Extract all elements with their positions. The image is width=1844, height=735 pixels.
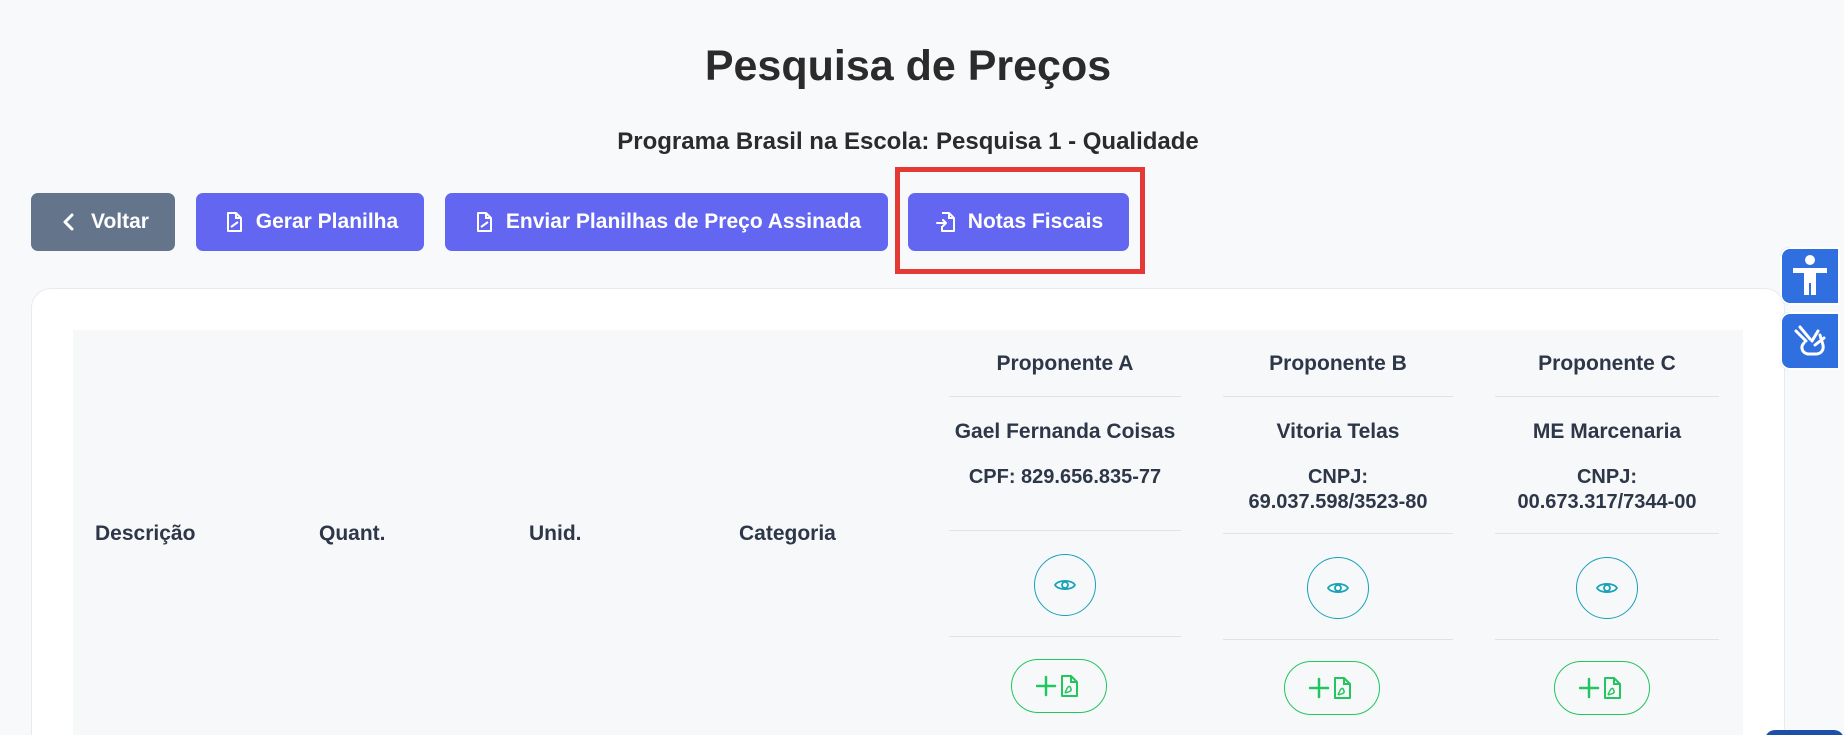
proponente-column: Proponente A Gael Fernanda Coisas CPF: 8… [949, 330, 1181, 730]
accessibility-icon [1793, 255, 1827, 295]
proponente-doc-line2: 69.037.598/3523-80 [1248, 491, 1428, 513]
proponente-doc-line1: CPF: 829.656.835-77 [968, 466, 1162, 488]
proponente-name: ME Marcenaria [1532, 420, 1682, 443]
proponente-doc-line1: CNPJ: [1307, 466, 1368, 488]
divider [1495, 639, 1719, 640]
chevron-left-icon [57, 210, 81, 234]
floating-button[interactable] [1765, 730, 1844, 735]
enviar-planilhas-label: Enviar Planilhas de Preço Assinada [505, 210, 862, 233]
divider [1223, 639, 1453, 640]
add-pdf-icon [1309, 677, 1351, 699]
add-pdf-icon [1579, 677, 1621, 699]
proponente-title: Proponente C [1538, 352, 1676, 375]
proponente-doc: CNPJ: 00.673.317/7344-00 [1495, 465, 1719, 515]
add-pdf-button[interactable] [1011, 659, 1107, 713]
page-title: Pesquisa de Preços [704, 42, 1112, 90]
divider [949, 396, 1181, 397]
gerar-planilha-label: Gerar Planilha [255, 210, 399, 233]
file-icon [472, 210, 496, 234]
add-pdf-icon [1036, 675, 1078, 697]
add-pdf-button[interactable] [1284, 661, 1380, 715]
add-pdf-button[interactable] [1554, 661, 1650, 715]
proponente-column: Proponente C ME Marcenaria CNPJ: 00.673.… [1495, 330, 1719, 730]
highlight-box [895, 167, 1145, 274]
proponente-doc: CPF: 829.656.835-77 [949, 465, 1181, 490]
proponente-title: Proponente A [996, 352, 1134, 375]
divider [949, 636, 1181, 637]
back-button[interactable]: Voltar [31, 193, 175, 251]
eye-icon [1327, 582, 1349, 594]
header-categoria: Categoria [739, 522, 836, 545]
header-unid: Unid. [529, 522, 582, 545]
proponente-doc-line1: CNPJ: [1576, 466, 1637, 488]
divider [1495, 396, 1719, 397]
proponente-title: Proponente B [1269, 352, 1407, 375]
sign-language-icon [1794, 325, 1826, 356]
eye-icon [1054, 579, 1076, 591]
divider [949, 530, 1181, 531]
divider [1495, 533, 1719, 534]
header-descricao: Descrição [95, 522, 196, 545]
page: Pesquisa de Preços Programa Brasil na Es… [0, 0, 1844, 735]
view-button[interactable] [1307, 557, 1369, 619]
page-subtitle: Programa Brasil na Escola: Pesquisa 1 - … [617, 128, 1199, 155]
view-button[interactable] [1576, 557, 1638, 619]
sign-language-button[interactable] [1780, 312, 1840, 370]
proponente-name: Gael Fernanda Coisas [954, 420, 1176, 443]
enviar-planilhas-button[interactable]: Enviar Planilhas de Preço Assinada [445, 193, 888, 251]
eye-icon [1596, 582, 1618, 594]
gerar-planilha-button[interactable]: Gerar Planilha [196, 193, 424, 251]
proponente-doc: CNPJ: 69.037.598/3523-80 [1223, 465, 1453, 515]
header-quant: Quant. [319, 522, 386, 545]
file-icon [222, 210, 246, 234]
proponente-name: Vitoria Telas [1276, 420, 1400, 443]
back-button-label: Voltar [91, 210, 149, 233]
divider [1223, 533, 1453, 534]
divider [1223, 396, 1453, 397]
proponente-column: Proponente B Vitoria Telas CNPJ: 69.037.… [1223, 330, 1453, 730]
proponente-doc-line2: 00.673.317/7344-00 [1517, 491, 1697, 513]
view-button[interactable] [1034, 554, 1096, 616]
accessibility-button[interactable] [1780, 247, 1840, 305]
